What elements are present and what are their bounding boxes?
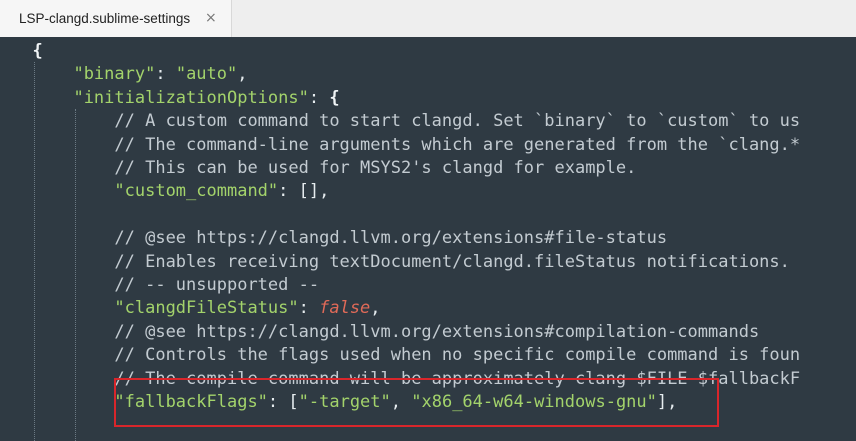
code-token: // -- unsupported -- <box>114 275 320 295</box>
code-token: , <box>370 298 381 319</box>
code-token: { <box>329 87 340 108</box>
code-token: // This can be used for MSYS2's clangd f… <box>114 158 637 178</box>
code-token: // Controls the flags used when no speci… <box>114 345 801 366</box>
tab-settings-file[interactable]: LSP-clangd.sublime-settings × <box>0 0 232 37</box>
code-token: : <box>155 64 176 85</box>
code-token: false <box>319 298 371 319</box>
code-token: // Enables receiving textDocument/clangd… <box>114 251 790 272</box>
tab-bar: LSP-clangd.sublime-settings × <box>0 0 856 37</box>
code-line: // A custom command to start clangd. Set… <box>33 110 801 133</box>
code-token: "auto" <box>175 64 238 85</box>
code-token: // @see https://clangd.llvm.org/extensio… <box>114 228 668 249</box>
code-line: "custom_command": [], <box>33 180 330 203</box>
code-token: : <box>308 87 330 108</box>
code-line: // This can be used for MSYS2's clangd f… <box>33 157 637 180</box>
code-line: "clangdFileStatus": false, <box>33 297 381 320</box>
code-line: // @see https://clangd.llvm.org/extensio… <box>33 321 760 344</box>
code-line: // Controls the flags used when no speci… <box>33 344 801 367</box>
code-token: "binary" <box>73 64 156 85</box>
tab-title: LSP-clangd.sublime-settings <box>19 11 191 26</box>
code-token: "initializationOptions" <box>73 87 309 108</box>
code-line: "initializationOptions": { <box>33 87 340 110</box>
code-token: // A custom command to start clangd. Set… <box>114 111 801 132</box>
close-icon[interactable]: × <box>205 9 217 27</box>
code-line: { <box>33 40 43 63</box>
code-token: "clangdFileStatus" <box>114 298 299 319</box>
code-line: // -- unsupported -- <box>33 274 320 297</box>
highlight-annotation-box <box>114 378 719 427</box>
code-token: , <box>237 64 248 85</box>
code-line: // Enables receiving textDocument/clangd… <box>33 251 790 274</box>
code-line: // The command-line arguments which are … <box>33 134 801 157</box>
code-token: { <box>32 41 43 61</box>
code-token: // @see https://clangd.llvm.org/extensio… <box>114 321 760 342</box>
code-editor[interactable]: { "binary": "auto", "initializationOptio… <box>0 37 856 441</box>
code-token: // The command-line arguments which are … <box>114 134 801 155</box>
code-token: : <box>298 298 320 319</box>
code-token: : [], <box>278 181 330 202</box>
code-line: // @see https://clangd.llvm.org/extensio… <box>33 227 668 250</box>
code-token: "custom_command" <box>114 181 279 202</box>
code-line: "binary": "auto", <box>33 63 248 86</box>
